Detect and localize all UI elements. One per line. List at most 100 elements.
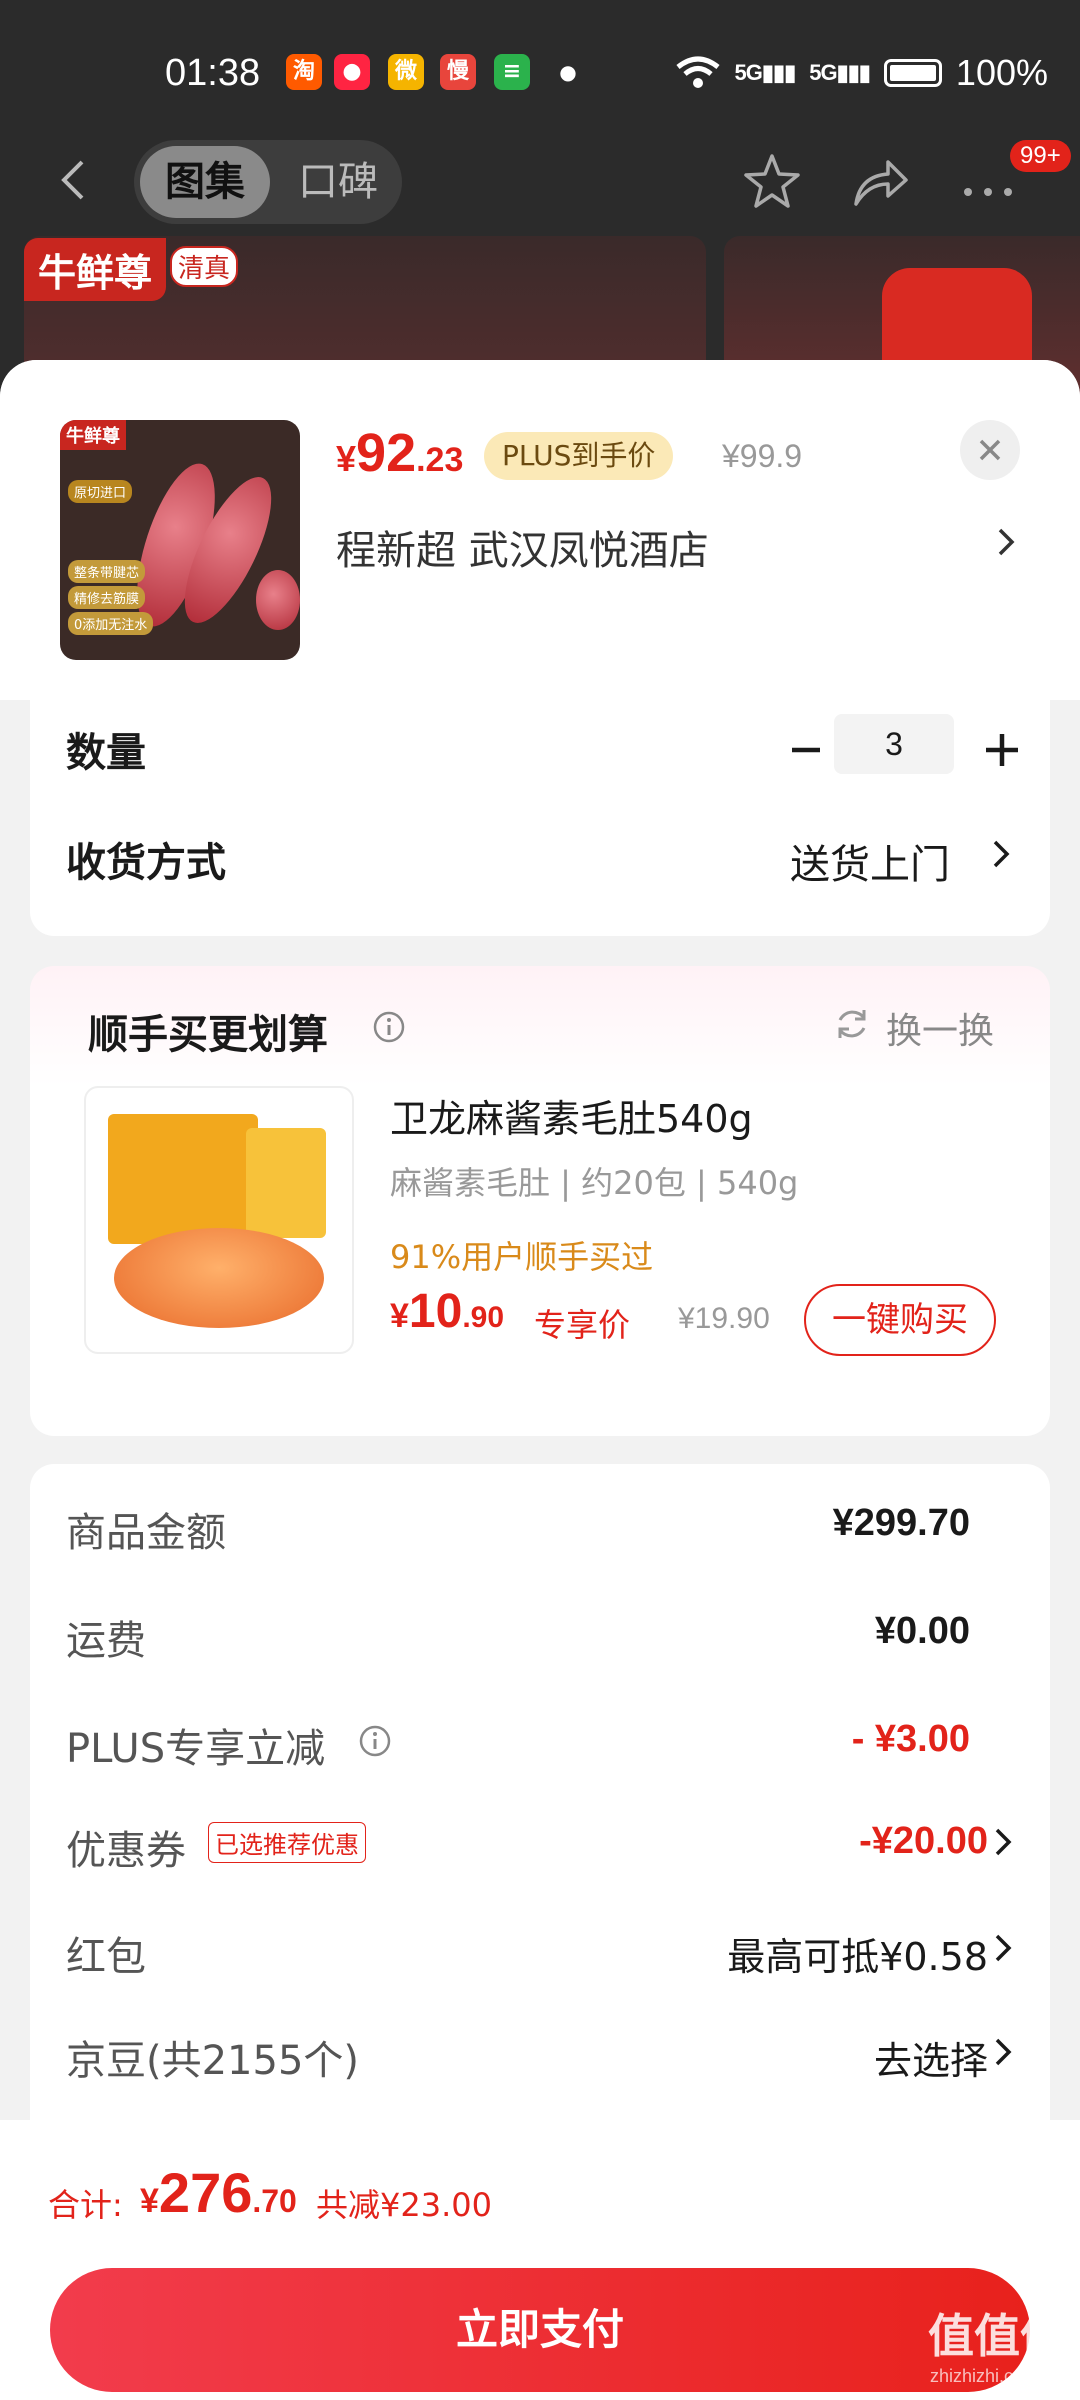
summary-label: 京豆(共2155个) bbox=[66, 2038, 360, 2084]
quantity-stepper[interactable]: 3 bbox=[834, 714, 954, 774]
upsell-product-image[interactable] bbox=[84, 1086, 354, 1354]
summary-label: 运费 bbox=[66, 1618, 146, 1664]
chevron-right-icon[interactable] bbox=[994, 522, 1018, 562]
signal-1-icon: 5G▮▮▮ bbox=[734, 60, 797, 85]
watermark: 值值值 bbox=[928, 2309, 1066, 2363]
summary-row-red-packet[interactable]: 红包 最高可抵¥0.58 bbox=[30, 1908, 1050, 1988]
plus-icon[interactable] bbox=[974, 722, 1030, 778]
summary-label: PLUS专享立减 bbox=[66, 1726, 326, 1772]
taobao-icon: 淘 bbox=[286, 54, 322, 90]
star-icon[interactable] bbox=[740, 150, 804, 214]
plus-price-tag: PLUS到手价 bbox=[484, 432, 674, 480]
total-label: 合计: bbox=[48, 2186, 123, 2224]
weibo-icon: 微 bbox=[388, 54, 424, 90]
one-click-buy-button[interactable]: 一键购买 bbox=[804, 1284, 996, 1356]
info-icon[interactable] bbox=[372, 1010, 406, 1044]
battery-icon bbox=[883, 59, 942, 87]
total-integer: 276 bbox=[158, 2161, 253, 2224]
refresh-icon[interactable] bbox=[832, 1004, 872, 1044]
thumb-pill: 0添加无注水 bbox=[68, 612, 154, 635]
delivery-method-value[interactable]: 送货上门 bbox=[790, 832, 950, 890]
halal-badge: 清真 bbox=[170, 246, 239, 287]
package-box bbox=[108, 1114, 258, 1244]
summary-label: 商品金额 bbox=[66, 1510, 226, 1556]
info-icon[interactable] bbox=[358, 1724, 392, 1758]
delivery-address[interactable]: 程新超 武汉凤悦酒店 bbox=[336, 518, 709, 576]
total-currency: ¥ bbox=[140, 2182, 159, 2220]
total-decimal: .70 bbox=[252, 2183, 297, 2219]
upsell-card: 顺手买更划算 换一换 卫龙麻酱素毛肚540g 麻酱素毛肚 | 约20包 | 54… bbox=[30, 966, 1050, 1436]
meat-image bbox=[256, 570, 300, 630]
delivery-method-label: 收货方式 bbox=[66, 840, 226, 886]
close-button[interactable] bbox=[960, 420, 1020, 480]
order-summary-card: 商品金额 ¥299.70 运费 ¥0.00 PLUS专享立减 - ¥3.00 优… bbox=[30, 1464, 1050, 2164]
summary-value: 最高可抵¥0.58 bbox=[727, 1935, 988, 1979]
upsell-price: ¥10.90 bbox=[390, 1284, 504, 1339]
coupon-tag: 已选推荐优惠 bbox=[208, 1822, 366, 1863]
summary-row-subtotal: 商品金额 ¥299.70 bbox=[30, 1484, 1050, 1564]
thumb-brand: 牛鲜尊 bbox=[60, 420, 126, 450]
order-sheet: 牛鲜尊 原切进口 整条带腱芯 精修去筋膜 0添加无注水 ¥92.23 PLUS到… bbox=[0, 360, 1080, 2400]
signal-2-icon: 5G▮▮▮ bbox=[809, 60, 871, 85]
summary-value: 去选择 bbox=[873, 2039, 988, 2083]
network-type-1: 5G bbox=[734, 60, 763, 85]
summary-row-coupon[interactable]: 优惠券 已选推荐优惠 -¥20.00 bbox=[30, 1802, 1050, 1882]
original-price: ¥99.9 bbox=[722, 438, 803, 474]
upsell-original-price: ¥19.90 bbox=[678, 1302, 770, 1335]
clock: 01:38 bbox=[165, 52, 261, 94]
brand-label: 牛鲜尊 bbox=[24, 238, 167, 301]
upsell-product-name[interactable]: 卫龙麻酱素毛肚540g bbox=[390, 1088, 753, 1143]
summary-value: ¥299.70 bbox=[832, 1502, 970, 1544]
chevron-right-icon bbox=[995, 1934, 1012, 1962]
product-thumbnail: 牛鲜尊 原切进口 整条带腱芯 精修去筋膜 0添加无注水 bbox=[60, 420, 300, 660]
chevron-right-icon bbox=[995, 2038, 1012, 2066]
package-bag bbox=[246, 1128, 326, 1238]
exclusive-price-label: 专享价 bbox=[534, 1306, 631, 1344]
upsell-product-spec: 麻酱素毛肚 | 约20包 | 540g bbox=[390, 1164, 799, 1202]
summary-row-shipping: 运费 ¥0.00 bbox=[30, 1592, 1050, 1672]
summary-value: -¥20.00 bbox=[859, 1820, 988, 1862]
total-price: ¥276.70 bbox=[140, 2160, 297, 2225]
message-badge: 99+ bbox=[1010, 140, 1071, 172]
summary-value: ¥0.00 bbox=[874, 1610, 970, 1652]
back-arrow-icon[interactable] bbox=[52, 158, 96, 202]
chevron-right-icon bbox=[995, 1828, 1012, 1856]
summary-value: - ¥3.00 bbox=[851, 1718, 970, 1760]
price-decimal: .23 bbox=[416, 441, 464, 479]
top-nav: 图集 口碑 bbox=[0, 140, 1080, 224]
wechat-icon: ≡ bbox=[494, 54, 530, 90]
close-icon bbox=[979, 439, 1001, 461]
product-price: ¥92.23 bbox=[336, 422, 463, 484]
manman-icon: 慢 bbox=[440, 54, 476, 90]
quantity-label: 数量 bbox=[66, 730, 146, 776]
tab-reviews[interactable]: 口碑 bbox=[280, 146, 396, 218]
price-currency: ¥ bbox=[336, 438, 357, 479]
refresh-button[interactable]: 换一换 bbox=[886, 1002, 994, 1054]
thumb-origin: 原切进口 bbox=[68, 480, 133, 503]
notification-dot-icon: ● bbox=[559, 60, 577, 84]
minus-icon[interactable] bbox=[778, 722, 834, 778]
upsell-price-currency: ¥ bbox=[390, 1297, 409, 1335]
upsell-price-integer: 10 bbox=[408, 1285, 463, 1338]
upsell-social-proof: 91%用户顺手买过 bbox=[390, 1238, 654, 1276]
summary-label: 优惠券 bbox=[66, 1828, 186, 1874]
quantity-delivery-card: 数量 3 收货方式 送货上门 bbox=[30, 700, 1050, 936]
pay-now-button[interactable]: 立即支付 bbox=[50, 2268, 1030, 2392]
chevron-right-icon[interactable] bbox=[990, 834, 1012, 874]
food-plate bbox=[114, 1228, 324, 1328]
status-bar: 01:38 淘 ● 微 慢 ≡ ● 5G▮▮▮ 5G▮▮▮ 100% bbox=[0, 40, 1080, 106]
watermark-url: zhizhizhi.com bbox=[930, 2366, 1039, 2386]
summary-row-plus-discount: PLUS专享立减 - ¥3.00 bbox=[30, 1700, 1050, 1780]
battery-percent: 100% bbox=[955, 52, 1048, 93]
upsell-price-decimal: .90 bbox=[462, 1301, 505, 1334]
share-icon[interactable] bbox=[848, 150, 912, 214]
product-header: 牛鲜尊 原切进口 整条带腱芯 精修去筋膜 0添加无注水 ¥92.23 PLUS到… bbox=[0, 360, 1080, 700]
thumb-pill: 整条带腱芯 bbox=[68, 560, 146, 583]
xiaohongshu-icon: ● bbox=[334, 54, 370, 90]
wifi-icon bbox=[675, 56, 720, 88]
upsell-title: 顺手买更划算 bbox=[88, 1012, 328, 1058]
summary-row-jd-beans[interactable]: 京豆(共2155个) 去选择 bbox=[30, 2012, 1050, 2092]
total-saving: 共减¥23.00 bbox=[316, 2186, 492, 2224]
tab-gallery[interactable]: 图集 bbox=[140, 146, 270, 218]
view-switcher: 图集 口碑 bbox=[134, 140, 402, 224]
